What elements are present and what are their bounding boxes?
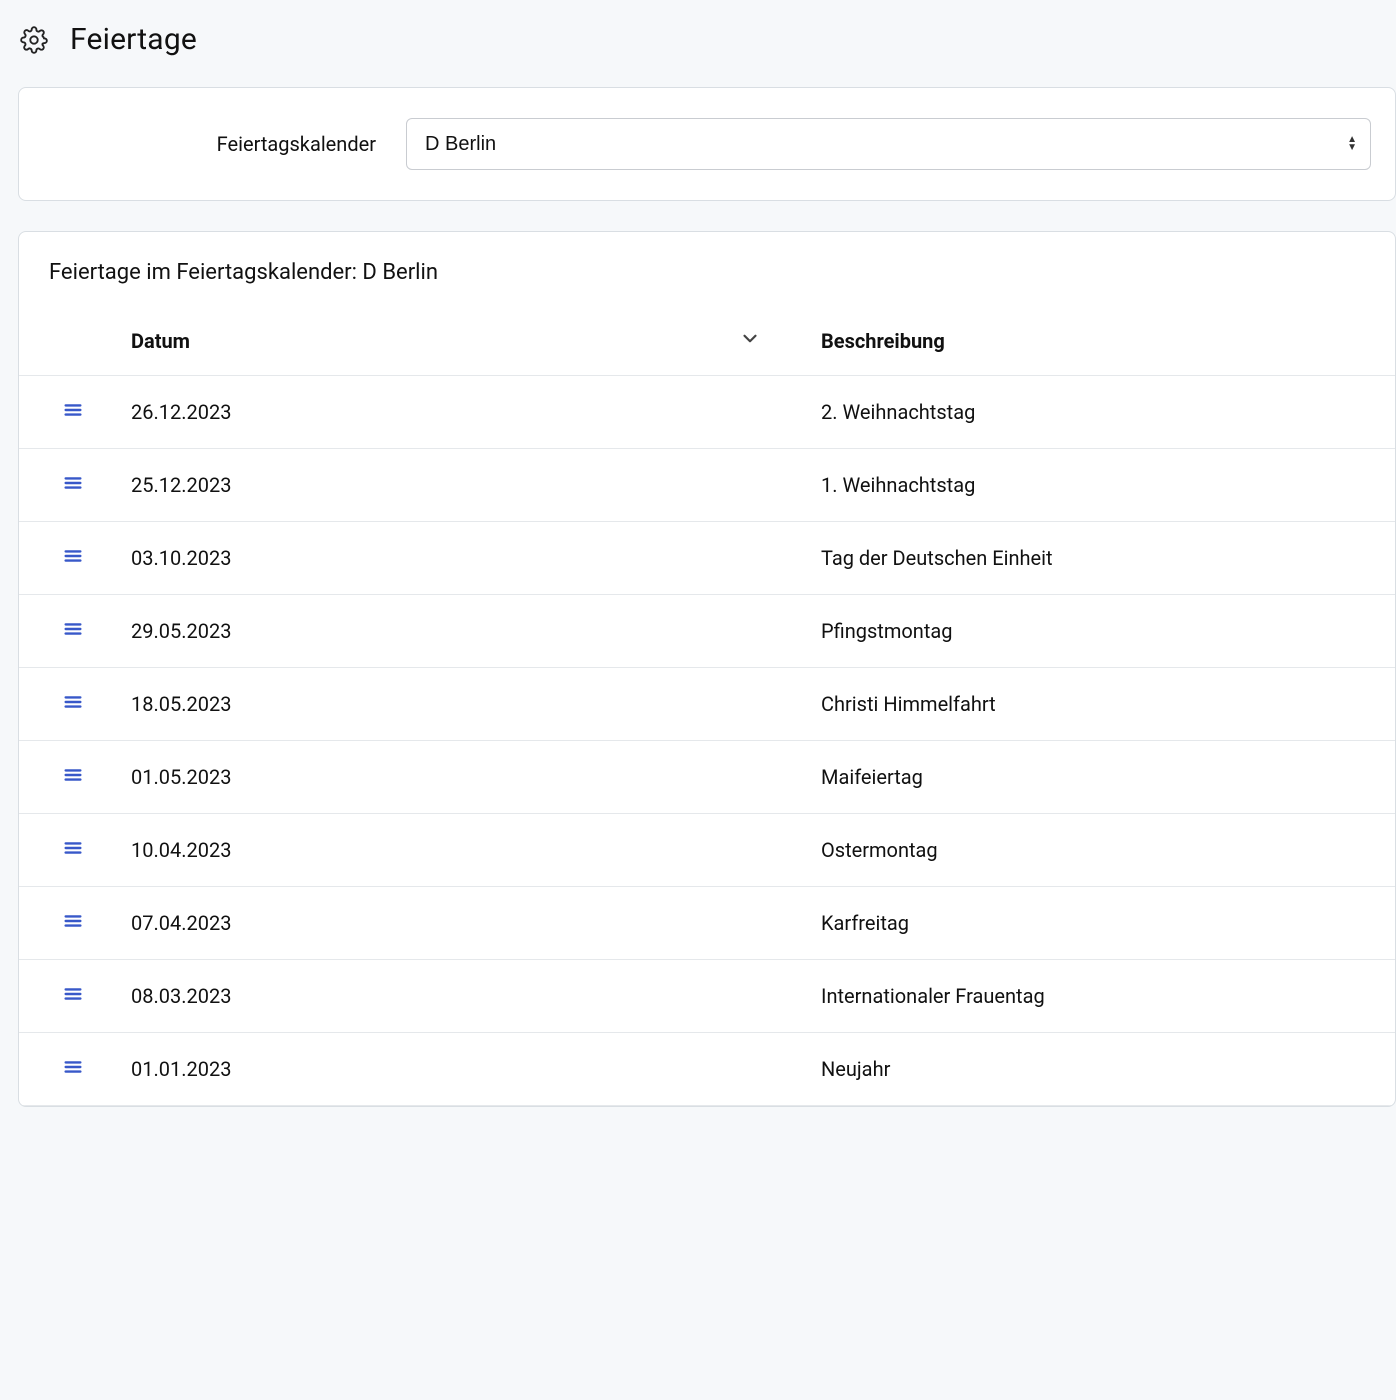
page-header: Feiertage [18, 18, 1396, 87]
cell-description: Maifeiertag [821, 741, 1395, 814]
cell-description: Karfreitag [821, 887, 1395, 960]
drag-handle-icon[interactable] [61, 909, 85, 933]
cell-description: Neujahr [821, 1033, 1395, 1106]
gear-icon [20, 26, 48, 54]
cell-date: 18.05.2023 [131, 668, 821, 741]
column-header-date-label: Datum [131, 329, 190, 353]
drag-handle-icon[interactable] [61, 544, 85, 568]
cell-description: 2. Weihnachtstag [821, 376, 1395, 449]
table-row: 01.05.2023 Maifeiertag [19, 741, 1395, 814]
drag-handle-icon[interactable] [61, 690, 85, 714]
cell-date: 07.04.2023 [131, 887, 821, 960]
drag-handle-icon[interactable] [61, 763, 85, 787]
cell-description: 1. Weihnachtstag [821, 449, 1395, 522]
drag-handle-icon[interactable] [61, 836, 85, 860]
table-row: 10.04.2023 Ostermontag [19, 814, 1395, 887]
calendar-select[interactable]: D Berlin [406, 118, 1371, 170]
drag-handle-icon[interactable] [61, 617, 85, 641]
table-row: 03.10.2023 Tag der Deutschen Einheit [19, 522, 1395, 595]
drag-handle-icon[interactable] [61, 982, 85, 1006]
cell-description: Tag der Deutschen Einheit [821, 522, 1395, 595]
cell-date: 08.03.2023 [131, 960, 821, 1033]
table-row: 08.03.2023 Internationaler Frauentag [19, 960, 1395, 1033]
cell-date: 25.12.2023 [131, 449, 821, 522]
table-row: 25.12.2023 1. Weihnachtstag [19, 449, 1395, 522]
table-row: 26.12.2023 2. Weihnachtstag [19, 376, 1395, 449]
column-header-description-label: Beschreibung [821, 329, 945, 353]
cell-date: 01.05.2023 [131, 741, 821, 814]
filter-panel: Feiertagskalender D Berlin ▲ ▼ [18, 87, 1396, 201]
cell-date: 01.01.2023 [131, 1033, 821, 1106]
cell-description: Internationaler Frauentag [821, 960, 1395, 1033]
cell-date: 10.04.2023 [131, 814, 821, 887]
cell-date: 03.10.2023 [131, 522, 821, 595]
cell-description: Christi Himmelfahrt [821, 668, 1395, 741]
drag-handle-icon[interactable] [61, 471, 85, 495]
table-row: 18.05.2023 Christi Himmelfahrt [19, 668, 1395, 741]
list-panel: Feiertage im Feiertagskalender: D Berlin… [18, 231, 1396, 1107]
table-row: 01.01.2023 Neujahr [19, 1033, 1395, 1106]
cell-description: Ostermontag [821, 814, 1395, 887]
table-row: 29.05.2023 Pfingstmontag [19, 595, 1395, 668]
list-title: Feiertage im Feiertagskalender: D Berlin [19, 232, 1395, 307]
cell-date: 26.12.2023 [131, 376, 821, 449]
drag-handle-icon[interactable] [61, 398, 85, 422]
holidays-table: Datum Beschreibung 26.12.2023 2. Weihnac… [19, 307, 1395, 1106]
filter-label: Feiertagskalender [19, 132, 376, 156]
drag-handle-icon[interactable] [61, 1055, 85, 1079]
chevron-down-icon [739, 328, 761, 355]
table-row: 07.04.2023 Karfreitag [19, 887, 1395, 960]
column-header-description[interactable]: Beschreibung [821, 307, 1395, 376]
cell-description: Pfingstmontag [821, 595, 1395, 668]
page-title: Feiertage [70, 22, 197, 57]
cell-date: 29.05.2023 [131, 595, 821, 668]
column-header-handle [19, 307, 131, 376]
column-header-date[interactable]: Datum [131, 307, 821, 376]
